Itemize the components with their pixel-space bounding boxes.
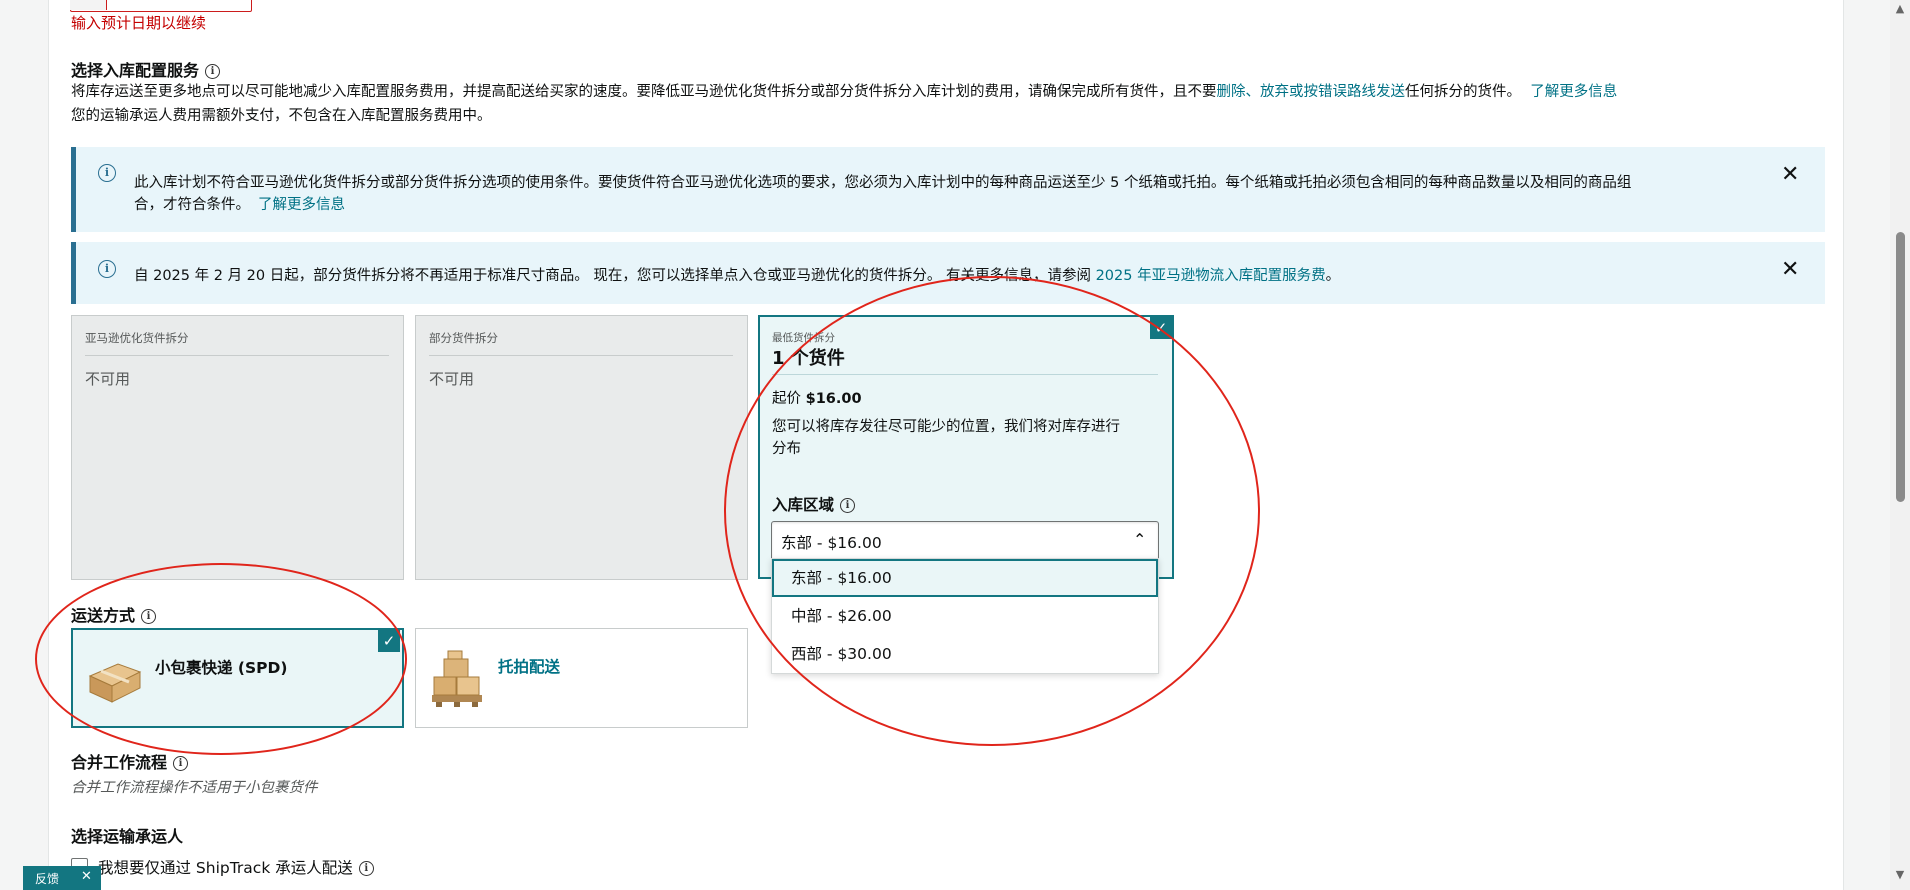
placement-description: 将库存运送至更多地点可以尽可能地减少入库配置服务费用，并提高配送给买家的速度。要… (71, 84, 1618, 100)
region-select[interactable]: 东部 - $16.00 ⌃ (771, 521, 1159, 561)
option-label: 亚马逊优化货件拆分 (85, 331, 189, 345)
workflow-note: 合并工作流程操作不适用于小包裹货件 (71, 780, 318, 796)
region-option-west[interactable]: 西部 - $30.00 (772, 635, 1158, 673)
workflow-title: 合并工作流程 i (71, 749, 189, 773)
left-gutter (0, 0, 49, 890)
region-dropdown: 东部 - $16.00 中部 - $26.00 西部 - $30.00 (771, 558, 1159, 674)
scroll-up-icon[interactable]: ▲ (1893, 2, 1907, 16)
learn-more-link[interactable]: 了解更多信息 (1530, 84, 1617, 100)
info-icon[interactable]: i (141, 609, 157, 624)
carrier-fee-note: 您的运输承运人费用需额外支付，不包含在入库配置服务费用中。 (71, 108, 492, 124)
calendar-icon[interactable] (70, 0, 107, 10)
option-card-partial-split: 部分货件拆分 不可用 (415, 315, 748, 580)
region-select-value: 东部 - $16.00 (781, 534, 882, 552)
close-icon[interactable]: ✕ (81, 869, 92, 884)
package-icon (88, 663, 142, 703)
close-icon[interactable]: ✕ (1781, 259, 1799, 281)
shipping-option-spd[interactable]: 小包裹快递 (SPD) ✓ (71, 628, 404, 728)
option-description: 您可以将库存发往尽可能少的位置，我们将对库存进行 (772, 419, 1120, 435)
ltl-label: 托拍配送 (498, 658, 561, 676)
feedback-tab[interactable]: 反馈 ✕ (23, 866, 101, 890)
shipping-mode-title: 运送方式 i (71, 602, 157, 626)
divider (429, 355, 733, 356)
date-error-message: 输入预计日期以继续 (71, 14, 207, 32)
option-label: 部分货件拆分 (429, 331, 498, 345)
delete-abandon-link[interactable]: 删除、放弃或按错误路线发送 (1217, 84, 1406, 100)
option-card-amazon-optimized: 亚马逊优化货件拆分 不可用 (71, 315, 404, 580)
feedback-label: 反馈 (35, 872, 60, 886)
info-icon[interactable]: i (840, 498, 856, 513)
checkmark-icon: ✓ (378, 630, 400, 652)
fee-link[interactable]: 2025 年亚马逊物流入库配置服务费 (1096, 268, 1326, 284)
divider (85, 355, 389, 356)
chevron-up-icon: ⌃ (1133, 530, 1147, 549)
info-circle-icon: i (98, 164, 116, 182)
shipment-count: 1 个货件 (772, 348, 845, 369)
close-icon[interactable]: ✕ (1781, 164, 1799, 186)
option-description-cont: 分布 (772, 441, 801, 457)
option-status: 不可用 (429, 370, 475, 388)
scrollbar-thumb[interactable] (1896, 232, 1905, 502)
option-status: 不可用 (85, 370, 131, 388)
region-option-central[interactable]: 中部 - $26.00 (772, 597, 1158, 635)
placement-section-title: 选择入库配置服务 i (71, 57, 221, 81)
info-icon[interactable]: i (205, 64, 221, 79)
alert-learn-more-link[interactable]: 了解更多信息 (258, 197, 345, 213)
alert-text: 此入库计划不符合亚马逊优化货件拆分或部分货件拆分选项的使用条件。要使货件符合亚马… (134, 175, 1632, 191)
shiptrack-label: 我想要仅通过 ShipTrack 承运人配送 i (98, 856, 374, 878)
pallet-icon (432, 650, 482, 707)
checkmark-icon: ✓ (1150, 317, 1172, 339)
alert-text-cont: 合，才符合条件。 了解更多信息 (134, 197, 345, 213)
spd-label: 小包裹快递 (SPD) (155, 659, 288, 677)
starting-price: 起价 $16.00 (772, 391, 862, 407)
info-icon[interactable]: i (358, 861, 374, 876)
info-icon[interactable]: i (173, 756, 189, 771)
region-option-east[interactable]: 东部 - $16.00 (772, 559, 1158, 597)
alert-text: 自 2025 年 2 月 20 日起，部分货件拆分将不再适用于标准尺寸商品。 现… (134, 268, 1341, 284)
carrier-title: 选择运输承运人 (71, 827, 184, 846)
option-label: 最低货件拆分 (772, 332, 835, 344)
scroll-down-icon[interactable]: ▼ (1893, 868, 1907, 882)
region-label: 入库区域 i (772, 493, 856, 515)
eligibility-alert: i 此入库计划不符合亚马逊优化货件拆分或部分货件拆分选项的使用条件。要使货件符合… (71, 147, 1825, 232)
shipping-option-ltl[interactable]: 托拍配送 (415, 628, 748, 728)
policy-alert: i 自 2025 年 2 月 20 日起，部分货件拆分将不再适用于标准尺寸商品。… (71, 242, 1825, 304)
info-circle-icon: i (98, 260, 116, 278)
divider (772, 374, 1158, 375)
